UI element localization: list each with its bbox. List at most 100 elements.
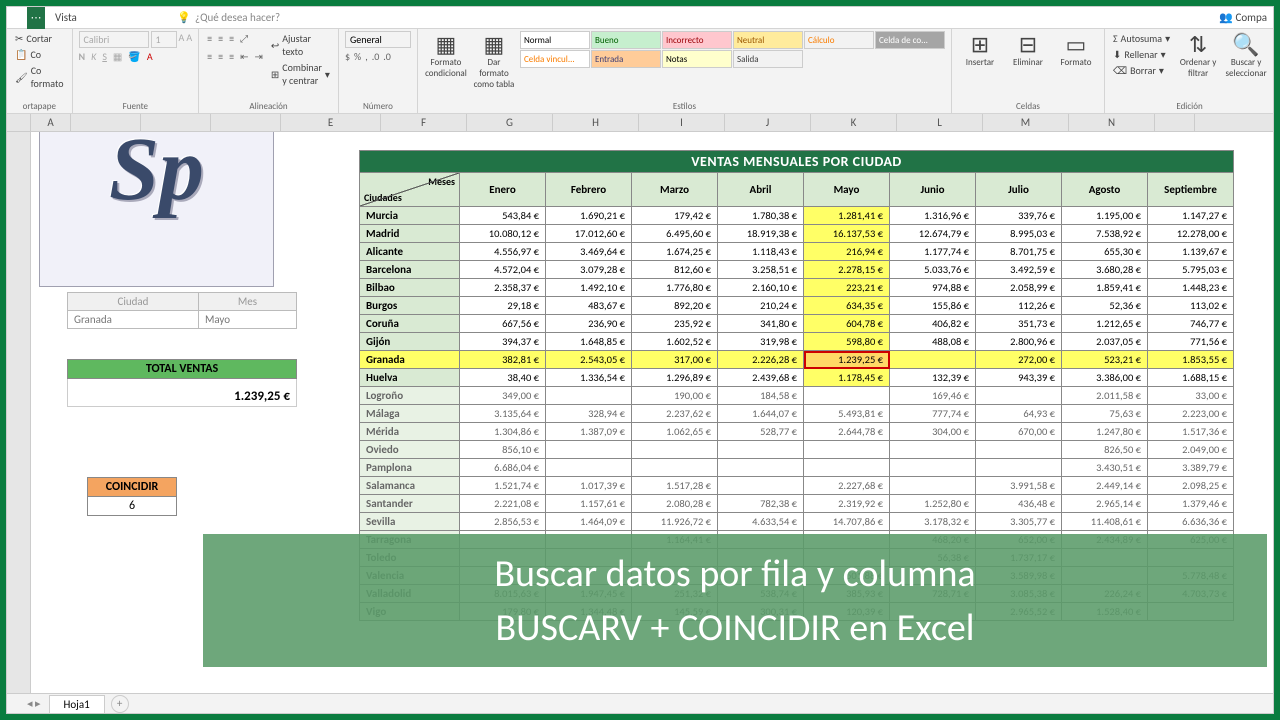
data-cell[interactable]: 272,00 €	[976, 351, 1062, 369]
col-header-J[interactable]: J	[725, 114, 811, 131]
data-cell[interactable]: 1.252,80 €	[890, 495, 976, 513]
data-cell[interactable]: 2.058,99 €	[976, 279, 1062, 297]
data-cell[interactable]: 1.379,46 €	[1148, 495, 1234, 513]
col-header-E[interactable]: E	[281, 114, 381, 131]
data-cell[interactable]: 1.177,74 €	[890, 243, 976, 261]
add-sheet-button[interactable]: +	[111, 695, 129, 713]
data-cell[interactable]: 3.492,59 €	[976, 261, 1062, 279]
mes-value[interactable]: Mayo	[198, 311, 296, 329]
col-header-A[interactable]: A	[31, 114, 71, 131]
data-cell[interactable]	[890, 459, 976, 477]
font-size[interactable]: 1	[151, 31, 177, 48]
align-left-icon[interactable]: ≡	[207, 50, 212, 63]
format-as-table-button[interactable]: ▦Dar formato como tabla	[472, 31, 516, 90]
data-cell[interactable]: 382,81 €	[460, 351, 546, 369]
style-notas[interactable]: Notas	[662, 50, 732, 68]
data-cell[interactable]: 746,77 €	[1148, 315, 1234, 333]
style-celda-vincul-[interactable]: Celda vincul...	[520, 50, 590, 68]
data-cell[interactable]: 179,42 €	[632, 207, 718, 225]
data-cell[interactable]: 2.278,15 €	[804, 261, 890, 279]
data-cell[interactable]: 12.278,00 €	[1148, 225, 1234, 243]
data-cell[interactable]: 483,67 €	[546, 297, 632, 315]
italic-button[interactable]: K	[91, 50, 96, 63]
cut-button[interactable]: ✂ Cortar	[13, 31, 66, 46]
align-center-icon[interactable]: ≡	[218, 50, 223, 63]
data-cell[interactable]: 113,02 €	[1148, 297, 1234, 315]
data-cell[interactable]: 1.859,41 €	[1062, 279, 1148, 297]
worksheet-grid[interactable]: VENTAS MENSUALES POR CIUDADMesesCiudades…	[7, 132, 1273, 693]
data-cell[interactable]: 5.795,03 €	[1148, 261, 1234, 279]
col-header-H[interactable]: H	[553, 114, 639, 131]
data-cell[interactable]: 1.517,28 €	[632, 477, 718, 495]
increase-font-icon[interactable]: A	[179, 31, 185, 48]
col-header-blank[interactable]	[141, 114, 211, 131]
data-cell[interactable]: 6.636,36 €	[1148, 513, 1234, 531]
data-cell[interactable]: 235,92 €	[632, 315, 718, 333]
orientation-icon[interactable]: ⤢	[240, 32, 248, 45]
data-cell[interactable]: 4.556,97 €	[460, 243, 546, 261]
data-cell[interactable]: 2.358,37 €	[460, 279, 546, 297]
font-name[interactable]: Calibri	[79, 31, 149, 48]
decrease-font-icon[interactable]: A	[186, 31, 192, 48]
data-cell[interactable]: 771,56 €	[1148, 333, 1234, 351]
data-cell[interactable]: 604,78 €	[804, 315, 890, 333]
data-cell[interactable]: 2.237,62 €	[632, 405, 718, 423]
data-cell[interactable]: 3.079,28 €	[546, 261, 632, 279]
data-cell[interactable]: 1.239,25 €	[804, 351, 890, 369]
format-painter[interactable]: 🖌 Co formato	[13, 63, 66, 91]
align-bot-icon[interactable]: ≡	[229, 32, 234, 45]
style-celda-de-co-[interactable]: Celda de co...	[875, 31, 945, 49]
data-cell[interactable]: 2.439,68 €	[718, 369, 804, 387]
bold-button[interactable]: N	[79, 50, 86, 63]
data-cell[interactable]: 5.493,81 €	[804, 405, 890, 423]
data-cell[interactable]: 190,00 €	[632, 387, 718, 405]
data-cell[interactable]: 5.033,76 €	[890, 261, 976, 279]
data-cell[interactable]	[546, 441, 632, 459]
data-cell[interactable]: 2.223,00 €	[1148, 405, 1234, 423]
style-bueno[interactable]: Bueno	[591, 31, 661, 49]
data-cell[interactable]: 1.648,85 €	[546, 333, 632, 351]
data-cell[interactable]: 856,10 €	[460, 441, 546, 459]
data-cell[interactable]: 3.991,58 €	[976, 477, 1062, 495]
data-cell[interactable]: 75,63 €	[1062, 405, 1148, 423]
data-cell[interactable]: 1.517,36 €	[1148, 423, 1234, 441]
data-cell[interactable]: 1.674,25 €	[632, 243, 718, 261]
data-cell[interactable]: 184,58 €	[718, 387, 804, 405]
delete-cells-button[interactable]: ⊟Eliminar	[1006, 31, 1050, 68]
data-cell[interactable]: 1.336,54 €	[546, 369, 632, 387]
data-cell[interactable]: 1.780,38 €	[718, 207, 804, 225]
data-cell[interactable]: 1.492,10 €	[546, 279, 632, 297]
data-cell[interactable]: 132,39 €	[890, 369, 976, 387]
currency-icon[interactable]: $	[345, 50, 350, 63]
indent-inc-icon[interactable]: ⇥	[254, 50, 262, 63]
data-cell[interactable]: 3.305,77 €	[976, 513, 1062, 531]
col-header-F[interactable]: F	[381, 114, 467, 131]
data-cell[interactable]	[890, 351, 976, 369]
format-cells-button[interactable]: ▭Formato	[1054, 31, 1098, 68]
style-entrada[interactable]: Entrada	[591, 50, 661, 68]
data-cell[interactable]: 6.686,04 €	[460, 459, 546, 477]
data-cell[interactable]	[718, 477, 804, 495]
clear-button[interactable]: ⌫ Borrar ▾	[1111, 63, 1172, 78]
border-button[interactable]: ▦	[113, 50, 122, 63]
data-cell[interactable]: 2.449,14 €	[1062, 477, 1148, 495]
col-header-N[interactable]: N	[1069, 114, 1155, 131]
data-cell[interactable]: 528,77 €	[718, 423, 804, 441]
col-header-M[interactable]: M	[983, 114, 1069, 131]
autosum-button[interactable]: Σ Autosuma ▾	[1111, 31, 1172, 46]
data-cell[interactable]: 2.080,28 €	[632, 495, 718, 513]
data-cell[interactable]: 3.469,64 €	[546, 243, 632, 261]
data-cell[interactable]: 1.296,89 €	[632, 369, 718, 387]
data-cell[interactable]: 812,60 €	[632, 261, 718, 279]
data-cell[interactable]: 3.135,64 €	[460, 405, 546, 423]
data-cell[interactable]: 2.049,00 €	[1148, 441, 1234, 459]
tab-vista[interactable]: Vista	[47, 7, 167, 29]
data-cell[interactable]: 436,48 €	[976, 495, 1062, 513]
data-cell[interactable]: 826,50 €	[1062, 441, 1148, 459]
data-cell[interactable]: 2.160,10 €	[718, 279, 804, 297]
data-cell[interactable]: 943,39 €	[976, 369, 1062, 387]
data-cell[interactable]: 488,08 €	[890, 333, 976, 351]
data-cell[interactable]: 29,18 €	[460, 297, 546, 315]
underline-button[interactable]: S	[102, 50, 107, 63]
data-cell[interactable]: 1.212,65 €	[1062, 315, 1148, 333]
